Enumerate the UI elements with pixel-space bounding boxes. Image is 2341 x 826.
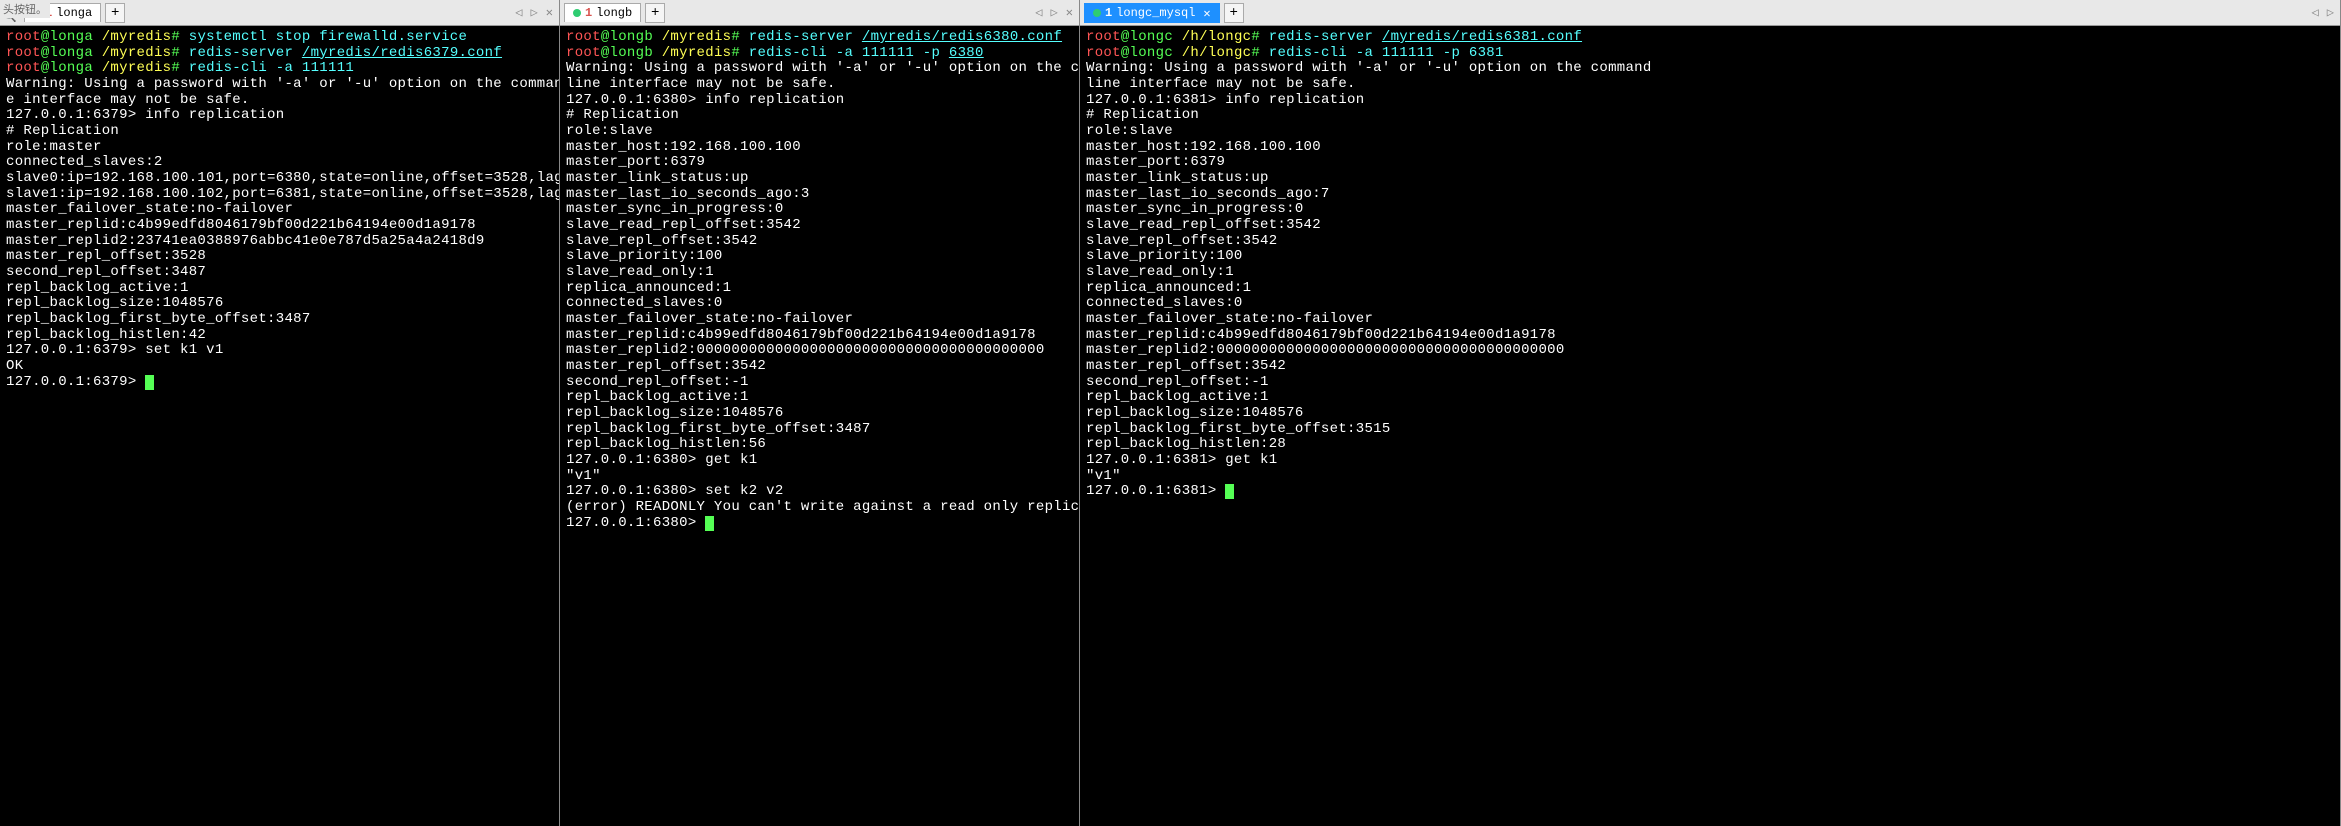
close-pane-icon[interactable]: ✕ <box>544 5 555 20</box>
arrow-left-icon[interactable]: ◁ <box>513 5 524 20</box>
tab-number: 1 <box>1105 6 1112 20</box>
terminal-pane-longa: A 🔍 1 longa + ◁ ▷ ✕ root@longa /myredis#… <box>0 0 560 826</box>
tab-label: longa <box>56 6 92 20</box>
arrow-right-icon[interactable]: ▷ <box>1049 5 1060 20</box>
tab-label: longb <box>596 6 632 20</box>
terminal-output[interactable]: root@longb /myredis# redis-server /myred… <box>560 26 1079 826</box>
cursor-icon <box>1225 484 1234 499</box>
arrow-right-icon[interactable]: ▷ <box>529 5 540 20</box>
tab-label: longc_mysql <box>1116 6 1195 20</box>
add-tab-button[interactable]: + <box>645 3 665 23</box>
terminal-pane-longb: 1 longb + ◁ ▷ ✕ root@longb /myredis# red… <box>560 0 1080 826</box>
terminal-output[interactable]: root@longc /h/longc# redis-server /myred… <box>1080 26 2340 826</box>
tab-bar: 1 longc_mysql ✕ + ◁ ▷ <box>1080 0 2340 26</box>
arrow-left-icon[interactable]: ◁ <box>2310 5 2321 20</box>
add-tab-button[interactable]: + <box>105 3 125 23</box>
terminal-pane-longc: 1 longc_mysql ✕ + ◁ ▷ root@longc /h/long… <box>1080 0 2341 826</box>
close-tab-icon[interactable]: ✕ <box>1203 6 1210 21</box>
tab-longb[interactable]: 1 longb <box>564 3 641 22</box>
tab-bar: 1 longb + ◁ ▷ ✕ <box>560 0 1079 26</box>
status-dot-icon <box>1093 9 1101 17</box>
close-pane-icon[interactable]: ✕ <box>1064 5 1075 20</box>
tab-number: 1 <box>585 6 592 20</box>
add-tab-button[interactable]: + <box>1224 3 1244 23</box>
tab-nav-arrows: ◁ ▷ <box>2310 5 2336 20</box>
tooltip-note: 头按钮。 <box>0 0 50 18</box>
tab-longc-mysql[interactable]: 1 longc_mysql ✕ <box>1084 3 1220 23</box>
tab-nav-arrows: ◁ ▷ ✕ <box>513 5 555 20</box>
cursor-icon <box>705 516 714 531</box>
status-dot-icon <box>573 9 581 17</box>
tab-bar: A 🔍 1 longa + ◁ ▷ ✕ <box>0 0 559 26</box>
cursor-icon <box>145 375 154 390</box>
arrow-left-icon[interactable]: ◁ <box>1033 5 1044 20</box>
terminal-output[interactable]: root@longa /myredis# systemctl stop fire… <box>0 26 559 826</box>
tab-nav-arrows: ◁ ▷ ✕ <box>1033 5 1075 20</box>
arrow-right-icon[interactable]: ▷ <box>2325 5 2336 20</box>
